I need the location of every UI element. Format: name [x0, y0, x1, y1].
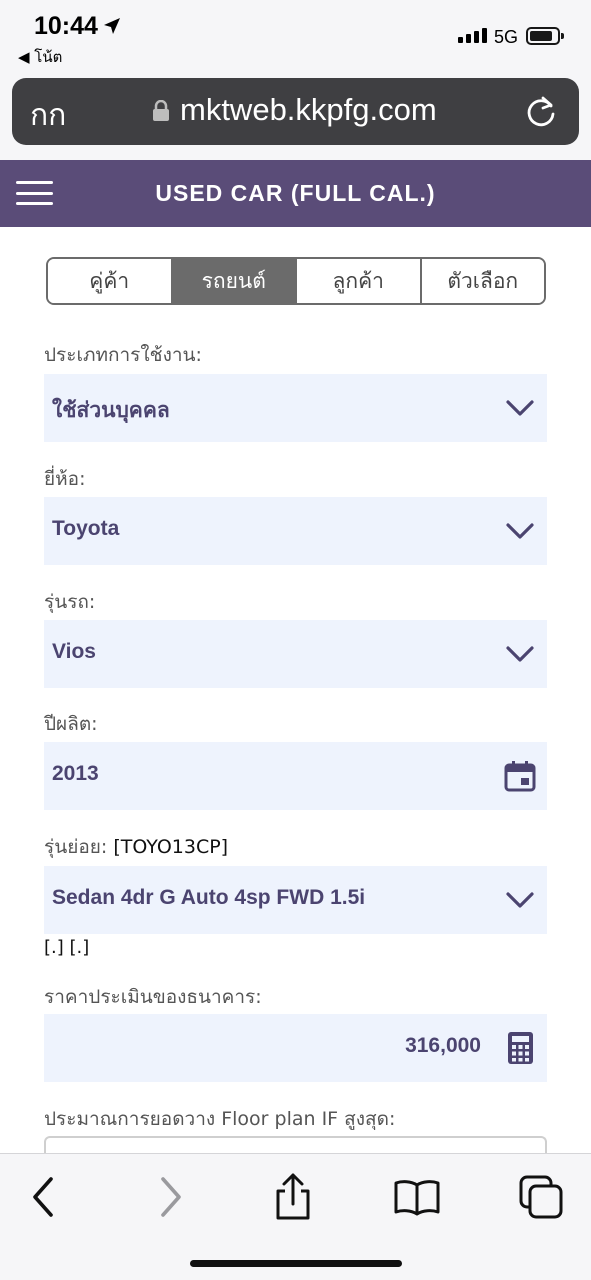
chevron-down-icon: [506, 523, 534, 539]
model-label: รุ่นรถ:: [44, 591, 96, 613]
submodel-code: [TOYO13CP]: [113, 836, 229, 858]
signal-icon: [458, 28, 487, 43]
submodel-label-text: รุ่นย่อย:: [44, 836, 108, 858]
location-arrow-icon: [104, 18, 120, 34]
submodel-label: รุ่นย่อย: [TOYO13CP]: [44, 832, 228, 862]
tab-car[interactable]: รถยนต์: [172, 259, 297, 303]
browser-address-area: กก mktweb.kkpfg.com: [0, 70, 591, 160]
back-icon[interactable]: [18, 1172, 68, 1222]
usage-type-label: ประเภทการใช้งาน:: [44, 344, 202, 366]
lock-icon: [153, 100, 169, 121]
section-tabs: คู่ค้า รถยนต์ ลูกค้า ตัวเลือก: [46, 257, 546, 305]
reload-icon[interactable]: [524, 93, 558, 129]
text-size-button[interactable]: กก: [30, 92, 66, 139]
floor-plan-label: ประมาณการยอดวาง Floor plan IF สูงสุด:: [44, 1108, 396, 1130]
app-header: USED CAR (FULL CAL.): [0, 160, 591, 227]
model-value: Vios: [52, 640, 96, 663]
status-bar: 10:44 ◀ โน้ต 5G: [0, 0, 591, 70]
bookmarks-icon[interactable]: [392, 1172, 442, 1222]
bank-price-label: ราคาประเมินของธนาคาร:: [44, 986, 262, 1008]
tab-dealer[interactable]: คู่ค้า: [48, 259, 173, 303]
tab-customer[interactable]: ลูกค้า: [297, 259, 422, 303]
network-type: 5G: [494, 27, 519, 47]
chevron-down-icon: [506, 400, 534, 416]
brand-select[interactable]: Toyota: [44, 497, 547, 565]
usage-type-select[interactable]: ใช้ส่วนบุคคล: [44, 374, 547, 442]
calendar-icon[interactable]: [503, 759, 537, 793]
year-label: ปีผลิต:: [44, 713, 98, 735]
url-text[interactable]: mktweb.kkpfg.com: [180, 92, 437, 128]
share-icon[interactable]: [268, 1172, 318, 1222]
tab-options[interactable]: ตัวเลือก: [421, 259, 544, 303]
submodel-value: Sedan 4dr G Auto 4sp FWD 1.5i: [52, 886, 366, 909]
bank-price-value: 316,000: [405, 1034, 481, 1057]
chevron-down-icon: [506, 646, 534, 662]
back-to-app-link[interactable]: ◀ โน้ต: [18, 45, 62, 69]
address-bar[interactable]: กก mktweb.kkpfg.com: [12, 78, 579, 145]
calculator-icon[interactable]: [503, 1031, 537, 1065]
battery-icon: [526, 27, 564, 45]
tabs-icon[interactable]: [516, 1172, 566, 1222]
year-value: 2013: [52, 762, 99, 785]
status-time: 10:44: [34, 12, 98, 40]
submodel-note: [.] [.]: [44, 937, 90, 958]
model-select[interactable]: Vios: [44, 620, 547, 688]
bank-price-input[interactable]: 316,000: [44, 1014, 547, 1082]
year-input[interactable]: 2013: [44, 742, 547, 810]
chevron-down-icon: [506, 892, 534, 908]
submodel-select[interactable]: Sedan 4dr G Auto 4sp FWD 1.5i: [44, 866, 547, 934]
brand-value: Toyota: [52, 517, 120, 540]
page-title: USED CAR (FULL CAL.): [155, 180, 436, 206]
home-indicator[interactable]: [190, 1260, 402, 1267]
usage-type-value: ใช้ส่วนบุคคล: [52, 399, 170, 422]
forward-icon[interactable]: [146, 1172, 196, 1222]
brand-label: ยี่ห้อ:: [44, 468, 86, 490]
